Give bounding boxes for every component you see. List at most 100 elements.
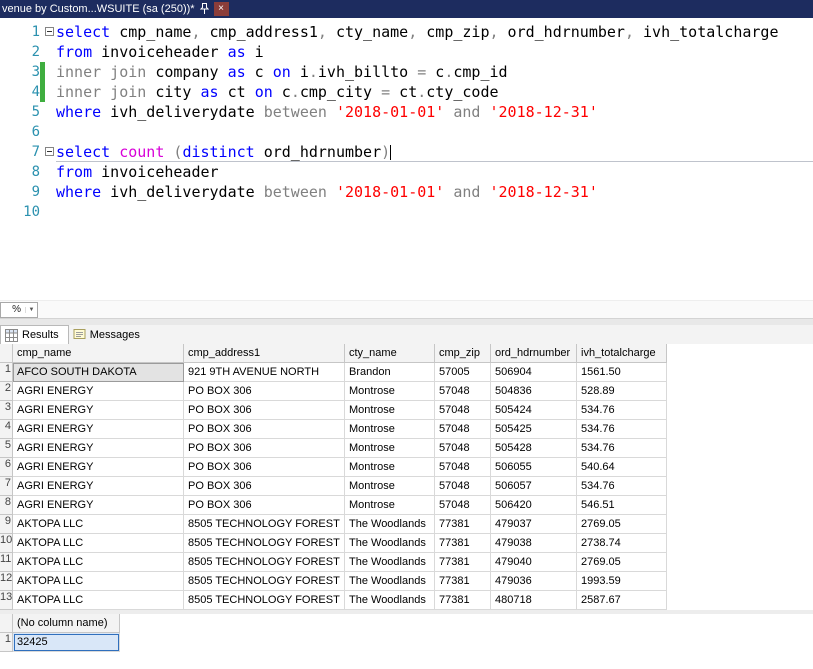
grid-cell[interactable]: The Woodlands xyxy=(345,591,435,610)
row-header-cell[interactable]: 4 xyxy=(0,420,13,439)
grid-cell[interactable]: 1561.50 xyxy=(577,363,667,382)
grid-cell[interactable]: 506057 xyxy=(491,477,577,496)
grid-cell[interactable]: PO BOX 306 xyxy=(184,382,345,401)
line-number[interactable]: 6 xyxy=(0,122,40,142)
grid-cell[interactable]: 8505 TECHNOLOGY FOREST xyxy=(184,553,345,572)
grid-corner-cell[interactable] xyxy=(0,344,13,363)
grid-cell[interactable]: The Woodlands xyxy=(345,534,435,553)
close-icon[interactable]: × xyxy=(213,2,229,16)
code-line[interactable]: 8 from invoiceheader xyxy=(0,162,813,182)
row-header-cell[interactable]: 10 xyxy=(0,534,13,553)
grid-cell[interactable]: 8505 TECHNOLOGY FOREST xyxy=(184,572,345,591)
grid-cell[interactable]: 479037 xyxy=(491,515,577,534)
grid-cell[interactable]: 57048 xyxy=(435,401,491,420)
grid-cell[interactable]: The Woodlands xyxy=(345,572,435,591)
grid-cell[interactable]: PO BOX 306 xyxy=(184,439,345,458)
grid-cell[interactable]: AGRI ENERGY xyxy=(13,420,184,439)
grid-cell[interactable]: 77381 xyxy=(435,572,491,591)
code-line[interactable]: 10 xyxy=(0,202,813,222)
grid-cell[interactable]: 540.64 xyxy=(577,458,667,477)
line-number[interactable]: 8 xyxy=(0,162,40,182)
code-line[interactable]: 6 xyxy=(0,122,813,142)
grid-cell[interactable]: Montrose xyxy=(345,401,435,420)
grid-cell[interactable]: 8505 TECHNOLOGY FOREST xyxy=(184,534,345,553)
grid-cell[interactable]: Montrose xyxy=(345,439,435,458)
tab-results[interactable]: Results xyxy=(0,325,69,344)
grid-cell[interactable]: 77381 xyxy=(435,591,491,610)
grid-cell[interactable]: AGRI ENERGY xyxy=(13,382,184,401)
line-number[interactable]: 9 xyxy=(0,182,40,202)
grid-cell[interactable]: PO BOX 306 xyxy=(184,458,345,477)
grid-cell[interactable]: Brandon xyxy=(345,363,435,382)
code-line[interactable]: 2 from invoiceheader as i xyxy=(0,42,813,62)
grid-cell[interactable]: AKTOPA LLC xyxy=(13,553,184,572)
pin-icon[interactable] xyxy=(199,3,209,15)
row-header-cell[interactable]: 9 xyxy=(0,515,13,534)
grid-cell[interactable]: 534.76 xyxy=(577,401,667,420)
grid-cell[interactable]: 479040 xyxy=(491,553,577,572)
grid-cell[interactable]: 506904 xyxy=(491,363,577,382)
grid-cell[interactable]: 57005 xyxy=(435,363,491,382)
column-header[interactable]: cmp_zip xyxy=(435,344,491,363)
grid-cell[interactable]: 77381 xyxy=(435,534,491,553)
collapse-region-icon[interactable] xyxy=(45,147,54,156)
pane-splitter[interactable] xyxy=(0,318,813,325)
document-tab[interactable]: venue by Custom...WSUITE (sa (250))* × xyxy=(0,0,232,18)
grid-cell[interactable]: PO BOX 306 xyxy=(184,401,345,420)
grid-cell[interactable]: 8505 TECHNOLOGY FOREST xyxy=(184,591,345,610)
grid-cell[interactable]: AFCO SOUTH DAKOTA xyxy=(13,363,184,382)
row-header-cell[interactable]: 2 xyxy=(0,382,13,401)
code-line[interactable]: 4 inner join city as ct on c.cmp_city = c… xyxy=(0,82,813,102)
column-header[interactable]: (No column name) xyxy=(13,614,120,633)
grid-cell[interactable]: Montrose xyxy=(345,382,435,401)
grid-cell[interactable]: 506055 xyxy=(491,458,577,477)
row-header-cell[interactable]: 7 xyxy=(0,477,13,496)
code-line[interactable]: 7 select count (distinct ord_hdrnumber) xyxy=(0,142,813,162)
grid-cell[interactable]: AGRI ENERGY xyxy=(13,401,184,420)
grid-cell[interactable]: AKTOPA LLC xyxy=(13,572,184,591)
grid-cell[interactable]: 534.76 xyxy=(577,477,667,496)
line-number[interactable]: 1 xyxy=(0,22,40,42)
grid-cell[interactable]: PO BOX 306 xyxy=(184,420,345,439)
grid-cell[interactable]: The Woodlands xyxy=(345,515,435,534)
row-header-cell[interactable]: 1 xyxy=(0,633,13,652)
grid-cell[interactable]: 506420 xyxy=(491,496,577,515)
column-header[interactable]: cmp_address1 xyxy=(184,344,345,363)
tab-messages[interactable]: Messages xyxy=(69,325,149,344)
grid-cell[interactable]: 57048 xyxy=(435,439,491,458)
column-header[interactable]: ord_hdrnumber xyxy=(491,344,577,363)
row-header-cell[interactable]: 5 xyxy=(0,439,13,458)
collapse-region-icon[interactable] xyxy=(45,27,54,36)
line-number[interactable]: 5 xyxy=(0,102,40,122)
grid-cell[interactable]: 2769.05 xyxy=(577,553,667,572)
grid-cell[interactable]: 57048 xyxy=(435,458,491,477)
row-header-cell[interactable]: 13 xyxy=(0,591,13,610)
grid-cell[interactable]: 57048 xyxy=(435,496,491,515)
grid-cell[interactable]: 2587.67 xyxy=(577,591,667,610)
line-number[interactable]: 2 xyxy=(0,42,40,62)
row-header-cell[interactable]: 11 xyxy=(0,553,13,572)
grid-cell[interactable]: AKTOPA LLC xyxy=(13,515,184,534)
grid-cell[interactable]: 479036 xyxy=(491,572,577,591)
row-header-cell[interactable]: 1 xyxy=(0,363,13,382)
code-line[interactable]: 3 inner join company as c on i.ivh_billto… xyxy=(0,62,813,82)
grid-cell[interactable]: 8505 TECHNOLOGY FOREST xyxy=(184,515,345,534)
grid-cell[interactable]: 528.89 xyxy=(577,382,667,401)
grid-cell[interactable]: 505424 xyxy=(491,401,577,420)
row-header-cell[interactable]: 12 xyxy=(0,572,13,591)
grid-corner-cell[interactable] xyxy=(0,614,13,633)
line-number[interactable]: 7 xyxy=(0,142,40,162)
grid-cell[interactable]: PO BOX 306 xyxy=(184,496,345,515)
grid-cell[interactable]: 77381 xyxy=(435,515,491,534)
code-line[interactable]: 9 where ivh_deliverydate between '2018-01… xyxy=(0,182,813,202)
grid-cell[interactable]: AGRI ENERGY xyxy=(13,458,184,477)
column-header[interactable]: cty_name xyxy=(345,344,435,363)
code-line[interactable]: 5 where ivh_deliverydate between '2018-01… xyxy=(0,102,813,122)
code-line[interactable]: 1 select cmp_name, cmp_address1, cty_name… xyxy=(0,22,813,42)
grid-cell[interactable]: 505425 xyxy=(491,420,577,439)
grid-cell[interactable]: 57048 xyxy=(435,420,491,439)
grid-cell[interactable]: AGRI ENERGY xyxy=(13,477,184,496)
column-header[interactable]: cmp_name xyxy=(13,344,184,363)
grid-cell[interactable]: 921 9TH AVENUE NORTH xyxy=(184,363,345,382)
grid-cell[interactable]: Montrose xyxy=(345,458,435,477)
